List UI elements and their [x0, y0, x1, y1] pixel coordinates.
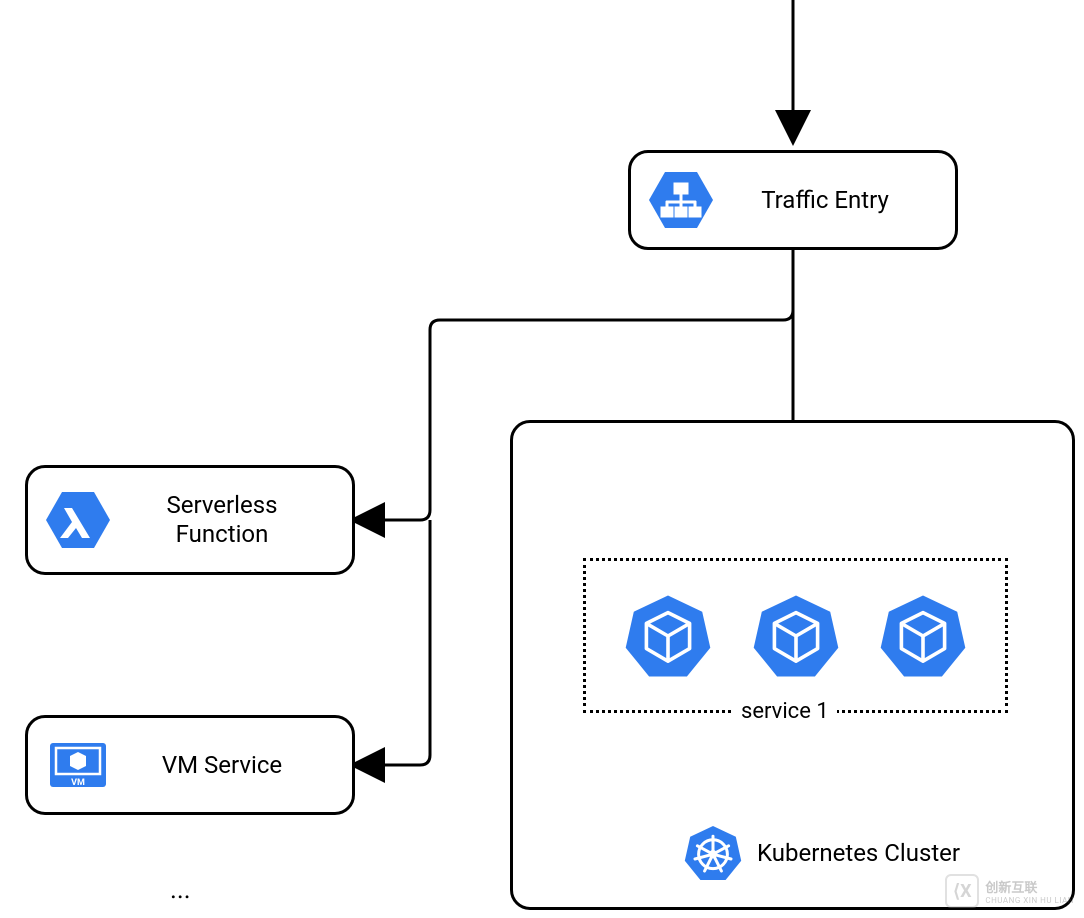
vm-icon: VM [46, 737, 110, 793]
watermark-subtext: CHUANG XIN HU LIAN [985, 896, 1074, 905]
serverless-label: Serverless Function [110, 491, 334, 549]
traffic-entry-label: Traffic Entry [713, 186, 937, 215]
kubernetes-cluster-box: service 1 Kubernetes Cluster [510, 420, 1075, 910]
kubernetes-icon [683, 823, 743, 883]
service-1-box [583, 558, 1008, 713]
watermark-logo-icon: ⟨X [945, 874, 979, 908]
svg-text:VM: VM [71, 778, 85, 788]
ellipsis-text: ... [170, 875, 191, 905]
traffic-entry-node: Traffic Entry [628, 150, 958, 250]
service-1-label: service 1 [733, 699, 837, 724]
serverless-node: Serverless Function [25, 465, 355, 575]
vm-service-node: VM VM Service [25, 715, 355, 815]
cluster-text: Kubernetes Cluster [757, 839, 960, 867]
lambda-icon [46, 492, 110, 548]
vm-service-label: VM Service [110, 751, 334, 780]
pod-icon [623, 591, 713, 681]
load-balancer-icon [649, 172, 713, 228]
watermark: ⟨X 创新互联 CHUANG XIN HU LIAN [945, 874, 1074, 908]
pod-icon [878, 591, 968, 681]
watermark-text: 创新互联 [985, 877, 1074, 896]
pod-icon [751, 591, 841, 681]
kubernetes-cluster-label: Kubernetes Cluster [683, 823, 960, 883]
